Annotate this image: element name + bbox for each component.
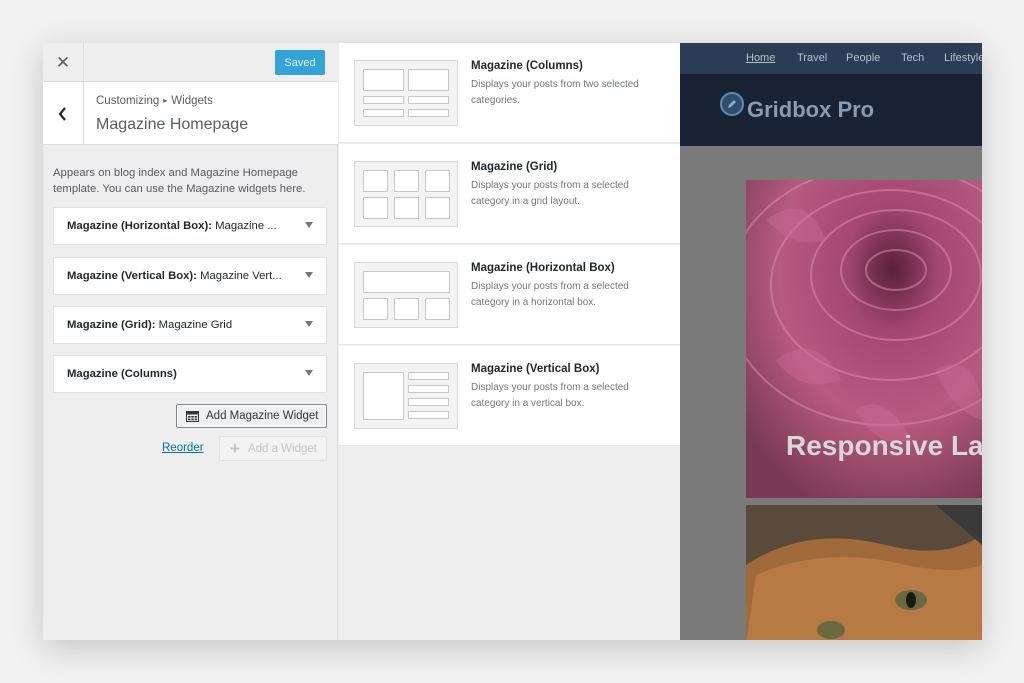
widget-horizontal-box[interactable]: Magazine (Horizontal Box): Magazine ... [53,207,327,245]
reorder-link[interactable]: Reorder [162,442,204,454]
horizontal-box-layout-icon [354,262,458,328]
breadcrumb-arrow-icon: ▸ [163,96,168,105]
widget-columns[interactable]: Magazine (Columns) [53,355,327,393]
columns-layout-icon [354,60,458,126]
available-widget-name: Magazine (Grid) [471,161,558,173]
widget-title: Magazine Vert... [200,270,282,282]
add-magazine-widget-button[interactable]: Add Magazine Widget [176,404,327,428]
nav-item-tech[interactable]: Tech [901,52,924,64]
widget-type: Magazine (Columns) [67,368,177,380]
add-a-widget-button[interactable]: + Add a Widget [219,436,327,461]
widget-title: Magazine Grid [158,319,233,331]
pencil-icon [720,92,744,116]
caret-down-icon[interactable] [305,321,313,327]
site-preview[interactable]: Home Travel People Tech Lifestyle Gridbo… [680,43,982,640]
preview-nav: Home Travel People Tech Lifestyle [680,43,982,74]
widget-type: Magazine (Grid): [67,319,156,331]
available-widget-name: Magazine (Horizontal Box) [471,262,615,274]
widget-type: Magazine (Vertical Box): [67,270,197,282]
widget-grid[interactable]: Magazine (Grid): Magazine Grid [53,306,327,344]
caret-down-icon[interactable] [305,370,313,376]
section-title: Magazine Homepage [96,116,249,133]
close-icon: ✕ [55,52,71,72]
hero-image[interactable]: Responsive La [746,180,982,498]
available-widget-description: Displays your posts from two selected ca… [471,79,639,106]
nav-item-lifestyle[interactable]: Lifestyle [944,52,982,64]
nav-item-people[interactable]: People [846,52,880,64]
breadcrumb-root: Customizing [96,95,160,107]
back-button[interactable] [43,82,84,145]
available-widget-description: Displays your posts from a selected cate… [471,281,629,308]
caret-down-icon[interactable] [305,272,313,278]
available-widget-grid[interactable]: Magazine (Grid) Displays your posts from… [339,144,680,244]
available-widget-description: Displays your posts from a selected cate… [471,180,629,207]
hero-heading: Responsive La [786,430,982,461]
breadcrumb: Customizing ▸ Widgets [96,95,213,107]
nav-item-travel[interactable]: Travel [797,52,827,64]
section-header: Customizing ▸ Widgets Magazine Homepage [43,82,338,145]
magazine-grid-icon [186,410,199,422]
breadcrumb-child: Widgets [171,95,213,107]
close-customizer-button[interactable]: ✕ [43,43,84,82]
widget-type: Magazine (Horizontal Box): [67,220,212,232]
nav-item-home[interactable]: Home [746,52,775,64]
customizer-sidebar: ✕ Saved Customizing ▸ Widgets Magazine Hom… [43,43,338,640]
widget-title: Magazine ... [215,220,277,232]
available-widget-description: Displays your posts from a selected cate… [471,382,629,409]
available-widget-name: Magazine (Vertical Box) [471,363,600,375]
available-widget-vertical-box[interactable]: Magazine (Vertical Box) Displays your po… [339,346,680,446]
preview-header: Gridbox Pro [680,74,982,146]
available-widgets-panel: Magazine (Columns) Displays your posts f… [339,43,680,640]
customizer-window: ✕ Saved Customizing ▸ Widgets Magazine Hom… [43,43,982,640]
caret-down-icon[interactable] [305,222,313,228]
section-description: Appears on blog index and Magazine Homep… [53,167,306,195]
saved-button[interactable]: Saved [275,50,325,75]
chevron-left-icon [58,106,66,121]
vertical-box-layout-icon [354,363,458,429]
widget-vertical-box[interactable]: Magazine (Vertical Box): Magazine Vert..… [53,257,327,295]
plus-icon: + [230,438,240,458]
available-widget-horizontal-box[interactable]: Magazine (Horizontal Box) Displays your … [339,245,680,345]
available-widget-name: Magazine (Columns) [471,60,583,72]
site-title[interactable]: Gridbox Pro [747,97,874,123]
add-magazine-widget-label: Add Magazine Widget [206,410,319,422]
cat-photo [746,505,982,640]
customizer-topbar: ✕ Saved [43,43,338,82]
add-a-widget-label: Add a Widget [247,442,317,455]
grid-layout-icon [354,161,458,227]
cat-image[interactable] [746,505,982,640]
available-widget-columns[interactable]: Magazine (Columns) Displays your posts f… [339,43,680,143]
